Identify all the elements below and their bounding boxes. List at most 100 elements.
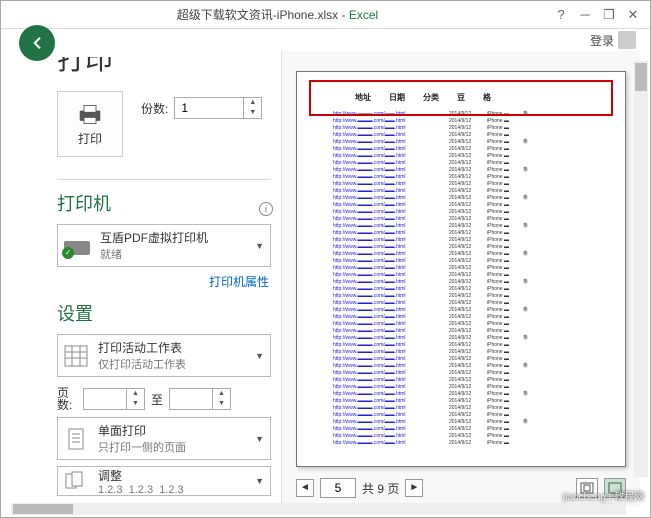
- table-row: http://www.▬▬▬.com/▬▬.html2014/9/12iPhon…: [333, 307, 589, 314]
- page-from-spinner[interactable]: ▲▼: [83, 388, 145, 410]
- table-row: http://www.▬▬▬.com/▬▬.html2014/9/12iPhon…: [333, 265, 589, 272]
- table-row: http://www.▬▬▬.com/▬▬.html2014/9/12iPhon…: [333, 321, 589, 328]
- print-what-dropdown[interactable]: 打印活动工作表 仅打印活动工作表 ▼: [57, 334, 271, 377]
- info-icon[interactable]: i: [259, 202, 273, 216]
- spinner-down[interactable]: ▼: [127, 399, 144, 409]
- printer-properties-link[interactable]: 打印机属性: [57, 273, 269, 290]
- table-row: http://www.▬▬▬.com/▬▬.html2014/9/12iPhon…: [333, 146, 589, 153]
- horizontal-scrollbar[interactable]: [11, 503, 626, 515]
- close-button[interactable]: ✕: [626, 8, 640, 22]
- sided-title: 单面打印: [98, 422, 186, 439]
- chevron-down-icon: ▼: [255, 351, 264, 361]
- chevron-down-icon: ▼: [255, 476, 264, 486]
- spinner-down[interactable]: ▼: [244, 108, 261, 118]
- title-bar: 超级下载软文资讯-iPhone.xlsx - Excel ? ─ ❐ ✕: [1, 1, 650, 29]
- next-page-button[interactable]: ►: [405, 479, 423, 497]
- restore-button[interactable]: ❐: [602, 8, 616, 22]
- copies-row: 份数: ▲ ▼: [141, 97, 262, 119]
- table-row: http://www.▬▬▬.com/▬▬.html2014/9/12iPhon…: [333, 433, 589, 440]
- table-row: http://www.▬▬▬.com/▬▬.html2014/9/12iPhon…: [333, 237, 589, 244]
- printer-name: 互盾PDF虚拟打印机: [100, 229, 208, 246]
- print-button[interactable]: 打印: [57, 91, 123, 157]
- table-row: http://www.▬▬▬.com/▬▬.html2014/9/12iPhon…: [333, 405, 589, 412]
- prev-page-button[interactable]: ◄: [296, 479, 314, 497]
- help-button[interactable]: ?: [554, 8, 568, 22]
- print-what-text: 打印活动工作表 仅打印活动工作表: [98, 339, 186, 372]
- table-row: http://www.▬▬▬.com/▬▬.html2014/9/12iPhon…: [333, 349, 589, 356]
- table-row: http://www.▬▬▬.com/▬▬.html2014/9/12iPhon…: [333, 363, 589, 370]
- printer-dropdown[interactable]: ✓ 互盾PDF虚拟打印机 就绪 ▼: [57, 224, 271, 267]
- table-row: http://www.▬▬▬.com/▬▬.html2014/9/12iPhon…: [333, 125, 589, 132]
- collate-icon: [64, 470, 88, 492]
- to-label: 至: [151, 391, 163, 408]
- table-row: http://www.▬▬▬.com/▬▬.html2014/9/12iPhon…: [333, 293, 589, 300]
- table-row: http://www.▬▬▬.com/▬▬.html2014/9/12iPhon…: [333, 181, 589, 188]
- page-to-input[interactable]: [170, 389, 212, 409]
- minimize-button[interactable]: ─: [578, 8, 592, 22]
- page-number-input[interactable]: [320, 478, 356, 498]
- page-title: 打印: [57, 57, 271, 81]
- page-preview: 地址 日期 分类 豆 格 http://www.▬▬▬.com/▬▬.html2…: [296, 71, 626, 467]
- separator: [57, 179, 271, 180]
- table-row: http://www.▬▬▬.com/▬▬.html2014/9/12iPhon…: [333, 230, 589, 237]
- copies-label: 份数:: [141, 100, 168, 117]
- printer-status: 就绪: [100, 246, 208, 262]
- collate-dropdown[interactable]: 调整 1.2.3 1.2.3 1.2.3 ▼: [57, 466, 271, 496]
- main-area: 打印 打印 份数: ▲ ▼ 打印机 i: [11, 51, 640, 507]
- table-row: http://www.▬▬▬.com/▬▬.html2014/9/12iPhon…: [333, 419, 589, 426]
- copies-input[interactable]: [175, 98, 243, 118]
- spinner-arrows: ▲ ▼: [243, 98, 261, 118]
- page-to-spinner[interactable]: ▲▼: [169, 388, 231, 410]
- sided-text: 单面打印 只打印一侧的页面: [98, 422, 186, 455]
- table-row: http://www.▬▬▬.com/▬▬.html2014/9/12iPhon…: [333, 342, 589, 349]
- table-row: http://www.▬▬▬.com/▬▬.html2014/9/12iPhon…: [333, 223, 589, 230]
- table-row: http://www.▬▬▬.com/▬▬.html2014/9/12iPhon…: [333, 272, 589, 279]
- collate-sub: 1.2.3 1.2.3 1.2.3: [98, 484, 184, 496]
- settings-section-title: 设置: [57, 300, 271, 326]
- printer-section-title: 打印机: [57, 190, 271, 216]
- login-label: 登录: [590, 32, 614, 49]
- print-row: 打印 份数: ▲ ▼: [57, 91, 271, 157]
- table-row: http://www.▬▬▬.com/▬▬.html2014/9/12iPhon…: [333, 167, 589, 174]
- preview-panel: 地址 日期 分类 豆 格 http://www.▬▬▬.com/▬▬.html2…: [281, 51, 640, 507]
- table-row: http://www.▬▬▬.com/▬▬.html2014/9/12iPhon…: [333, 328, 589, 335]
- vertical-scrollbar[interactable]: [634, 61, 648, 477]
- scrollbar-thumb[interactable]: [13, 504, 73, 514]
- table-row: http://www.▬▬▬.com/▬▬.html2014/9/12iPhon…: [333, 258, 589, 265]
- page-from-input[interactable]: [84, 389, 126, 409]
- sided-dropdown[interactable]: 单面打印 只打印一侧的页面 ▼: [57, 417, 271, 460]
- collate-title: 调整: [98, 467, 184, 484]
- spinner-up[interactable]: ▲: [127, 389, 144, 399]
- sided-sub: 只打印一侧的页面: [98, 439, 186, 455]
- table-row: http://www.▬▬▬.com/▬▬.html2014/9/12iPhon…: [333, 244, 589, 251]
- window-title: 超级下载软文资讯-iPhone.xlsx - Excel: [1, 6, 554, 23]
- table-row: http://www.▬▬▬.com/▬▬.html2014/9/12iPhon…: [333, 139, 589, 146]
- arrow-left-icon: [28, 34, 46, 52]
- table-row: http://www.▬▬▬.com/▬▬.html2014/9/12iPhon…: [333, 174, 589, 181]
- table-row: http://www.▬▬▬.com/▬▬.html2014/9/12iPhon…: [333, 426, 589, 433]
- table-row: http://www.▬▬▬.com/▬▬.html2014/9/12iPhon…: [333, 216, 589, 223]
- table-row: http://www.▬▬▬.com/▬▬.html2014/9/12iPhon…: [333, 195, 589, 202]
- spinner-up[interactable]: ▲: [213, 389, 230, 399]
- table-row: http://www.▬▬▬.com/▬▬.html2014/9/12iPhon…: [333, 153, 589, 160]
- scrollbar-thumb[interactable]: [635, 63, 647, 91]
- chevron-down-icon: ▼: [255, 434, 264, 444]
- filename: 超级下载软文资讯-iPhone.xlsx: [177, 8, 338, 22]
- table-row: http://www.▬▬▬.com/▬▬.html2014/9/12iPhon…: [333, 209, 589, 216]
- table-row: http://www.▬▬▬.com/▬▬.html2014/9/12iPhon…: [333, 251, 589, 258]
- spinner-down[interactable]: ▼: [213, 399, 230, 409]
- print-what-title: 打印活动工作表: [98, 339, 186, 356]
- sheet-icon: [64, 345, 88, 367]
- table-row: http://www.▬▬▬.com/▬▬.html2014/9/12iPhon…: [333, 440, 589, 447]
- watermark: jiaocheng | 教程网: [563, 488, 644, 503]
- table-row: http://www.▬▬▬.com/▬▬.html2014/9/12iPhon…: [333, 377, 589, 384]
- page-total-label: 共 9 页: [362, 480, 399, 497]
- spinner-up[interactable]: ▲: [244, 98, 261, 108]
- table-row: http://www.▬▬▬.com/▬▬.html2014/9/12iPhon…: [333, 384, 589, 391]
- copies-spinner[interactable]: ▲ ▼: [174, 97, 262, 119]
- table-row: http://www.▬▬▬.com/▬▬.html2014/9/12iPhon…: [333, 279, 589, 286]
- highlight-box: [309, 80, 613, 116]
- print-settings-panel: 打印 打印 份数: ▲ ▼ 打印机 i: [11, 51, 281, 507]
- table-row: http://www.▬▬▬.com/▬▬.html2014/9/12iPhon…: [333, 314, 589, 321]
- login-area[interactable]: 登录: [590, 31, 636, 49]
